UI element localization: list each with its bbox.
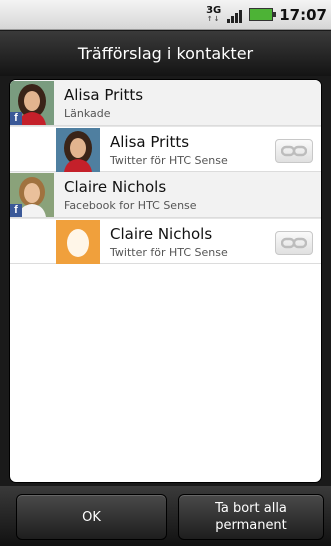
suggestion-subtitle: Twitter för HTC Sense [110, 246, 228, 259]
network-type-label: 3G [206, 4, 222, 16]
clock: 17:07 [279, 5, 327, 24]
contact-name: Alisa Pritts [64, 86, 144, 104]
suggestion-list: f Alisa Pritts Länkade Alisa Pritts Twit… [10, 80, 321, 482]
suggestion-name: Claire Nichols [110, 225, 213, 243]
contact-subtitle: Facebook for HTC Sense [64, 199, 197, 212]
facebook-badge-icon: f [10, 112, 22, 125]
contact-name: Claire Nichols [64, 178, 167, 196]
contact-subtitle: Länkade [64, 107, 111, 120]
bottom-action-bar: OK Ta bort alla permanent [0, 486, 331, 546]
network-indicator: 3G ↑↓ [206, 4, 222, 24]
contact-photo: f [10, 173, 54, 217]
link-button[interactable] [275, 139, 313, 163]
facebook-badge-icon: f [10, 204, 22, 217]
chain-link-icon [281, 237, 307, 249]
suggestion-photo [56, 128, 100, 172]
contact-row[interactable]: f Alisa Pritts Länkade [10, 80, 321, 126]
page-title: Träfförslag i kontakter [0, 31, 331, 76]
link-button[interactable] [275, 231, 313, 255]
data-arrows-icon: ↑↓ [206, 14, 221, 23]
status-bar: 3G ↑↓ 17:07 [0, 0, 331, 30]
twitter-egg-avatar [56, 220, 100, 264]
suggestion-subtitle: Twitter för HTC Sense [110, 154, 228, 167]
signal-strength-icon [227, 7, 243, 23]
ok-button[interactable]: OK [16, 494, 167, 540]
suggestion-row[interactable]: Alisa Pritts Twitter för HTC Sense [10, 126, 321, 172]
suggestion-row[interactable]: Claire Nichols Twitter för HTC Sense [10, 218, 321, 264]
remove-all-button[interactable]: Ta bort alla permanent [178, 494, 324, 540]
contact-row[interactable]: f Claire Nichols Facebook for HTC Sense [10, 172, 321, 218]
chain-link-icon [281, 145, 307, 157]
suggestion-name: Alisa Pritts [110, 133, 190, 151]
contact-photo: f [10, 81, 54, 125]
battery-icon [249, 8, 277, 21]
